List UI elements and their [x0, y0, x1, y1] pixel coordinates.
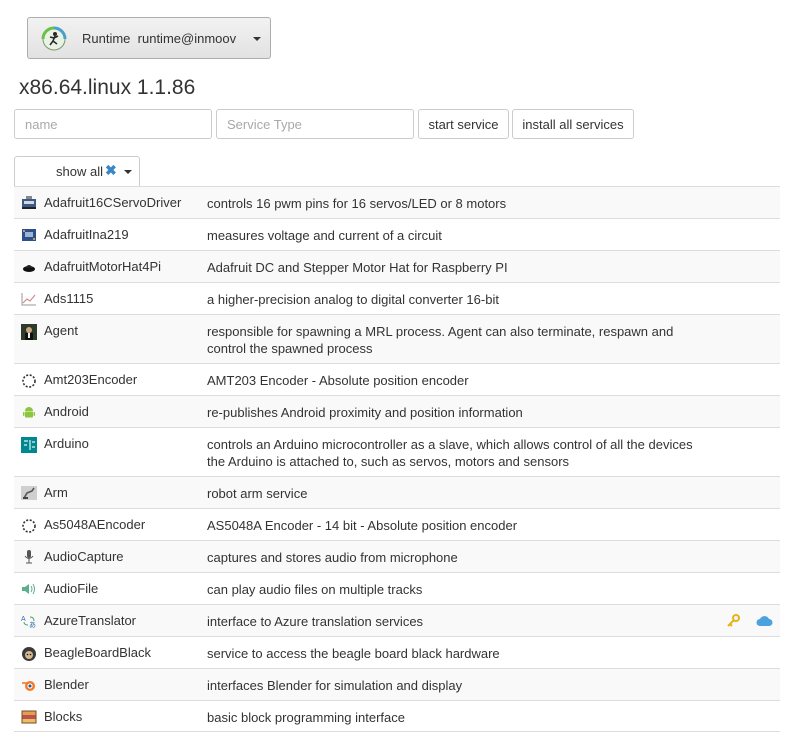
show-filter-label: show all — [56, 164, 103, 179]
service-name[interactable]: Adafruit16CServoDriver — [44, 195, 181, 210]
service-name[interactable]: Blocks — [44, 709, 82, 724]
service-name[interactable]: AdafruitIna219 — [44, 227, 129, 242]
service-row[interactable]: BeagleBoardBlack service to access the b… — [14, 636, 780, 668]
ina219-board-icon — [22, 229, 36, 241]
key-icon[interactable] — [726, 614, 740, 628]
service-row[interactable]: Arduino controls an Arduino microcontrol… — [14, 427, 780, 476]
service-row[interactable]: Blender interfaces Blender for simulatio… — [14, 668, 780, 700]
service-description: AMT203 Encoder - Absolute position encod… — [207, 373, 469, 388]
service-row[interactable]: Blocks basic block programming interface — [14, 700, 780, 732]
chevron-down-icon — [253, 37, 261, 41]
chevron-down-icon — [124, 170, 132, 174]
servo-driver-board-icon — [22, 196, 36, 209]
blender-icon — [22, 681, 35, 691]
service-name[interactable]: Agent — [44, 323, 78, 338]
service-row[interactable]: Android re-publishes Android proximity a… — [14, 395, 780, 427]
service-description: Adafruit DC and Stepper Motor Hat for Ra… — [207, 260, 508, 275]
service-name[interactable]: AudioFile — [44, 581, 98, 596]
service-row[interactable]: Arm robot arm service — [14, 476, 780, 508]
service-row[interactable]: Amt203Encoder AMT203 Encoder - Absolute … — [14, 363, 780, 395]
blocks-icon — [21, 710, 37, 724]
cloud-icon[interactable] — [756, 615, 773, 627]
service-description: AS5048A Encoder - 14 bit - Absolute posi… — [207, 518, 518, 533]
service-name[interactable]: AudioCapture — [44, 549, 124, 564]
android-icon — [23, 407, 35, 418]
service-name[interactable]: Android — [44, 404, 89, 419]
service-description: controls an Arduino microcontroller as a… — [207, 437, 693, 469]
service-name[interactable]: Arm — [44, 485, 68, 500]
service-description: a higher-precision analog to digital con… — [207, 292, 499, 307]
service-row[interactable]: AdafruitMotorHat4Pi Adafruit DC and Step… — [14, 250, 780, 282]
service-row[interactable]: A あ AzureTranslator interface to Azure t… — [14, 604, 780, 636]
beagle-icon — [22, 647, 36, 661]
service-description: interfaces Blender for simulation and di… — [207, 678, 463, 693]
speaker-icon — [22, 583, 35, 595]
service-name[interactable]: Amt203Encoder — [44, 372, 137, 387]
show-filter-dropdown[interactable]: show all ✖ — [14, 156, 140, 187]
service-row[interactable]: As5048AEncoder AS5048A Encoder - 14 bit … — [14, 508, 780, 540]
encoder-ring-icon — [22, 519, 36, 533]
service-description: robot arm service — [207, 486, 308, 501]
service-description: captures and stores audio from microphon… — [207, 550, 458, 565]
microphone-icon — [24, 550, 34, 564]
service-description: re-publishes Android proximity and posit… — [207, 405, 523, 420]
service-description: service to access the beagle board black… — [207, 646, 500, 661]
service-description: controls 16 pwm pins for 16 servos/LED o… — [207, 196, 507, 211]
platform-title: x86.64.linux 1.1.86 — [19, 76, 196, 99]
service-description: can play audio files on multiple tracks — [207, 582, 423, 597]
service-name[interactable]: BeagleBoardBlack — [44, 645, 151, 660]
service-row[interactable]: AudioCapture captures and stores audio f… — [14, 540, 780, 572]
runtime-label: Runtime runtime@inmoov — [82, 31, 237, 46]
service-row[interactable]: Agent responsible for spawning a MRL pro… — [14, 314, 780, 363]
service-row[interactable]: AdafruitIna219 measures voltage and curr… — [14, 218, 780, 250]
runtime-dropdown[interactable]: Runtime runtime@inmoov — [27, 17, 271, 59]
service-description: responsible for spawning a MRL process. … — [207, 324, 674, 356]
start-service-button[interactable]: start service — [418, 109, 509, 139]
service-description: measures voltage and current of a circui… — [207, 228, 442, 243]
encoder-ring-icon — [22, 374, 36, 388]
runtime-logo-icon — [41, 26, 67, 51]
service-type-input[interactable] — [216, 109, 414, 139]
service-list: Adafruit16CServoDriver controls 16 pwm p… — [14, 186, 780, 732]
translate-icon: A あ — [21, 616, 36, 628]
service-name[interactable]: As5048AEncoder — [44, 517, 145, 532]
svg-text:A: A — [21, 616, 26, 623]
arduino-icon — [21, 437, 37, 453]
service-name[interactable]: Ads1115 — [44, 291, 93, 306]
analog-chart-icon — [21, 293, 36, 306]
service-description: basic block programming interface — [207, 710, 405, 725]
motor-hat-icon — [23, 265, 35, 272]
install-all-services-button[interactable]: install all services — [512, 109, 634, 139]
service-name[interactable]: Arduino — [44, 436, 89, 451]
svg-text:あ: あ — [29, 621, 36, 628]
service-row[interactable]: Ads1115 a higher-precision analog to dig… — [14, 282, 780, 314]
service-name[interactable]: AzureTranslator — [44, 613, 136, 628]
clear-filter-icon[interactable]: ✖ — [105, 162, 117, 179]
service-name[interactable]: Blender — [44, 677, 89, 692]
robot-arm-icon — [21, 486, 37, 500]
service-row[interactable]: Adafruit16CServoDriver controls 16 pwm p… — [14, 186, 780, 218]
service-name[interactable]: AdafruitMotorHat4Pi — [44, 259, 161, 274]
name-filter-input[interactable] — [14, 109, 212, 139]
service-description: interface to Azure translation services — [207, 614, 424, 629]
agent-icon — [21, 324, 37, 340]
service-row[interactable]: AudioFile can play audio files on multip… — [14, 572, 780, 604]
